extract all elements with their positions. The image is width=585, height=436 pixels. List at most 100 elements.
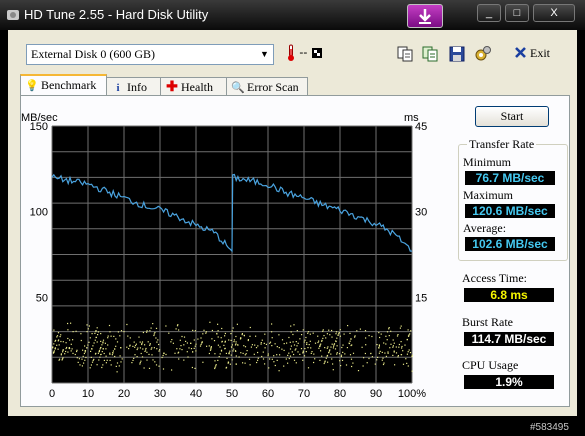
access-time-point <box>58 344 60 346</box>
access-time-point <box>409 352 412 354</box>
close-button[interactable]: X <box>533 4 575 22</box>
copy-icon[interactable] <box>396 45 414 63</box>
access-time-point <box>83 352 85 355</box>
access-time-point <box>409 333 411 335</box>
access-time-point <box>194 330 196 332</box>
access-time-point <box>368 335 370 337</box>
access-time-point <box>307 367 310 369</box>
title-bar[interactable]: HD Tune 2.55 - Hard Disk Utility _ □ X <box>0 0 585 30</box>
thermometer-icon <box>288 44 294 61</box>
access-time-point <box>394 364 396 366</box>
maximize-button[interactable]: □ <box>505 4 529 22</box>
tab-error-scan[interactable]: 🔍 Error Scan <box>226 77 308 96</box>
access-time-point <box>250 346 252 348</box>
access-time-point <box>223 344 225 346</box>
access-time-point <box>302 329 304 331</box>
access-time-point <box>90 356 92 358</box>
access-time-point <box>352 352 355 354</box>
access-time-point <box>330 346 332 348</box>
access-time-point <box>393 342 395 344</box>
access-time-point <box>217 344 219 346</box>
access-time-point <box>136 356 138 358</box>
access-time-point <box>328 351 330 353</box>
access-time-point <box>281 339 284 341</box>
temperature-value: -- <box>299 45 308 60</box>
access-time-point <box>271 331 273 333</box>
access-time-point <box>397 356 399 358</box>
access-time-point <box>155 364 158 366</box>
access-time-value: 6.8 ms <box>464 288 554 302</box>
access-time-point <box>253 353 255 355</box>
access-time-point <box>107 335 109 337</box>
minimize-button[interactable]: _ <box>477 4 501 22</box>
x-axis-tick: 80 <box>334 388 346 400</box>
access-time-point <box>84 350 86 352</box>
access-time-point <box>62 351 64 353</box>
access-time-point <box>363 357 365 359</box>
access-time-point <box>326 347 328 349</box>
access-time-point <box>283 343 285 345</box>
chevron-down-icon[interactable]: ▼ <box>256 45 273 64</box>
x-axis-tick: 100% <box>398 388 426 400</box>
access-time-point <box>305 336 307 339</box>
access-time-point <box>376 344 378 346</box>
access-time-point <box>305 351 307 353</box>
access-time-point <box>364 352 366 355</box>
update-button[interactable] <box>407 4 443 28</box>
access-time-point <box>199 345 202 347</box>
options-icon[interactable] <box>474 45 492 63</box>
access-time-point <box>406 362 408 364</box>
access-time-point <box>378 352 380 354</box>
access-time-point <box>302 359 304 361</box>
access-time-point <box>100 353 102 355</box>
access-time-point <box>52 346 54 348</box>
tab-info[interactable]: i Info <box>106 77 161 96</box>
exit-button[interactable]: Exit <box>514 46 550 61</box>
access-time-point <box>274 364 276 367</box>
access-time-point <box>224 341 226 343</box>
access-time-point <box>264 333 266 335</box>
access-time-point <box>208 345 210 347</box>
average-value: 102.6 MB/sec <box>465 237 555 251</box>
copy-all-icon[interactable] <box>421 45 439 63</box>
access-time-point <box>156 348 158 350</box>
access-time-point <box>233 339 235 341</box>
access-time-point <box>260 343 262 345</box>
access-time-point <box>257 359 259 361</box>
access-time-point <box>343 333 345 335</box>
access-time-point <box>348 342 351 345</box>
access-time-point <box>300 348 303 350</box>
tab-health[interactable]: ✚ Health <box>160 77 227 96</box>
save-icon[interactable] <box>448 45 466 63</box>
access-time-point <box>86 331 88 333</box>
access-time-point <box>407 351 409 353</box>
access-time-point <box>336 337 338 339</box>
access-time-point <box>152 323 154 325</box>
access-time-point <box>215 364 217 366</box>
access-time-point <box>185 340 187 342</box>
access-time-point <box>285 358 287 360</box>
access-time-point <box>145 349 147 351</box>
drive-select[interactable]: External Disk 0 (600 GB) ▼ <box>26 44 274 65</box>
access-time-point <box>338 333 340 335</box>
start-button[interactable]: Start <box>475 106 549 127</box>
access-time-point <box>397 334 399 336</box>
access-time-point <box>224 348 226 350</box>
benchmark-panel: MB/sec ms 150 100 50 45 30 15 0 10 20 30 40 50 60 70 80 9… <box>20 95 570 407</box>
access-time-point <box>230 354 232 356</box>
access-time-point <box>218 356 220 358</box>
access-time-point <box>242 352 244 354</box>
access-time-point <box>335 331 338 333</box>
access-time-point <box>271 358 273 360</box>
access-time-point <box>324 347 326 349</box>
access-time-point <box>127 335 129 337</box>
access-time-point <box>310 352 312 354</box>
access-time-point <box>340 354 343 356</box>
access-time-point <box>72 331 74 333</box>
left-axis-tick: 50 <box>36 292 48 304</box>
access-time-point <box>228 339 230 341</box>
access-time-point <box>84 351 86 353</box>
access-time-point <box>114 348 116 350</box>
access-time-point <box>195 343 197 345</box>
access-time-point <box>322 337 324 339</box>
